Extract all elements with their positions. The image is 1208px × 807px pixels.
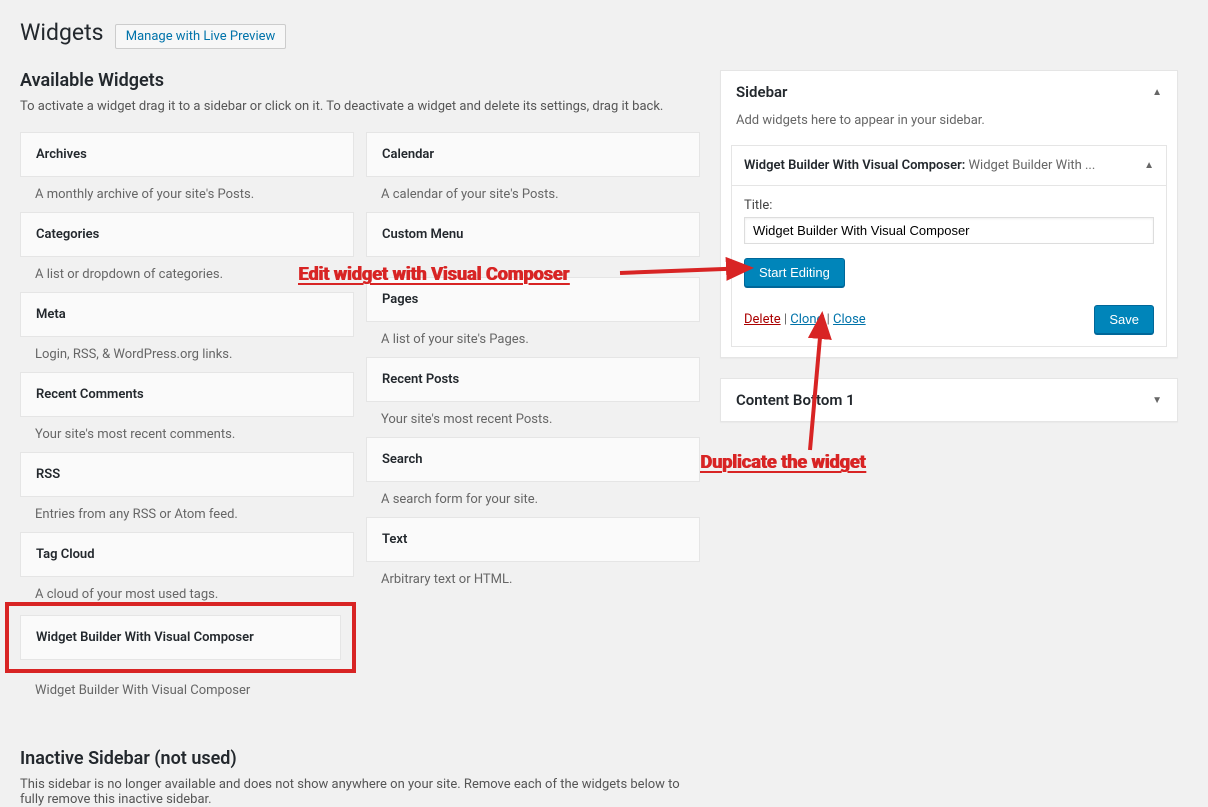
available-widgets-heading: Available Widgets <box>20 70 700 91</box>
available-widget-custom-menu[interactable]: Custom Menu <box>366 212 700 257</box>
clone-link[interactable]: Clone <box>790 312 823 327</box>
close-link[interactable]: Close <box>833 312 866 327</box>
available-widget-search[interactable]: Search <box>366 437 700 482</box>
widget-desc: Login, RSS, & WordPress.org links. <box>20 337 354 362</box>
save-button[interactable]: Save <box>1094 305 1154 334</box>
placed-widget: Widget Builder With Visual Composer: Wid… <box>731 145 1167 347</box>
chevron-up-icon[interactable]: ▲ <box>1152 87 1162 98</box>
inactive-sidebar-desc: This sidebar is no longer available and … <box>20 777 700 807</box>
available-widget-text[interactable]: Text <box>366 517 700 562</box>
available-widget-pages[interactable]: Pages <box>366 277 700 322</box>
sidebar-panel-title: Sidebar <box>736 83 787 101</box>
title-label: Title: <box>744 198 1154 213</box>
available-widgets-desc: To activate a widget drag it to a sideba… <box>20 99 700 114</box>
widget-desc: Widget Builder With Visual Composer <box>20 673 354 698</box>
sidebar-panel: Sidebar ▲ Add widgets here to appear in … <box>720 70 1178 358</box>
delete-link[interactable]: Delete <box>744 312 781 327</box>
chevron-up-icon[interactable]: ▲ <box>1144 160 1154 171</box>
widget-desc <box>366 257 700 267</box>
available-widget-rss[interactable]: RSS <box>20 452 354 497</box>
available-widget-recent-posts[interactable]: Recent Posts <box>366 357 700 402</box>
widget-title-input[interactable] <box>744 217 1154 244</box>
content-bottom-panel: Content Bottom 1 ▼ <box>720 378 1178 422</box>
widget-desc: Entries from any RSS or Atom feed. <box>20 497 354 522</box>
content-bottom-panel-header[interactable]: Content Bottom 1 ▼ <box>721 379 1177 421</box>
inactive-sidebar-heading: Inactive Sidebar (not used) <box>20 748 700 769</box>
chevron-down-icon[interactable]: ▼ <box>1152 395 1162 406</box>
widget-desc: A cloud of your most used tags. <box>20 577 354 602</box>
content-bottom-panel-title: Content Bottom 1 <box>736 391 855 409</box>
placed-widget-header[interactable]: Widget Builder With Visual Composer: Wid… <box>732 146 1166 185</box>
available-widget-calendar[interactable]: Calendar <box>366 132 700 177</box>
available-widget-visual-composer[interactable]: Widget Builder With Visual Composer <box>20 615 341 660</box>
widget-desc: Arbitrary text or HTML. <box>366 562 700 587</box>
widget-desc: Your site's most recent Posts. <box>366 402 700 427</box>
highlight-box: Widget Builder With Visual Composer <box>5 602 356 673</box>
widget-links: Delete | Clone | Close <box>744 312 866 327</box>
available-widget-recent-comments[interactable]: Recent Comments <box>20 372 354 417</box>
available-widget-categories[interactable]: Categories <box>20 212 354 257</box>
widget-desc: A monthly archive of your site's Posts. <box>20 177 354 202</box>
available-widget-archives[interactable]: Archives <box>20 132 354 177</box>
available-widget-tag-cloud[interactable]: Tag Cloud <box>20 532 354 577</box>
widget-desc: Your site's most recent comments. <box>20 417 354 442</box>
sidebar-panel-desc: Add widgets here to appear in your sideb… <box>721 113 1177 140</box>
widget-desc: A list or dropdown of categories. <box>20 257 354 282</box>
available-widget-meta[interactable]: Meta <box>20 292 354 337</box>
manage-live-preview-button[interactable]: Manage with Live Preview <box>115 24 287 49</box>
start-editing-button[interactable]: Start Editing <box>744 258 845 287</box>
sidebar-panel-header[interactable]: Sidebar ▲ <box>721 71 1177 113</box>
placed-widget-title: Widget Builder With Visual Composer: Wid… <box>744 158 1136 173</box>
page-title: Widgets <box>20 10 103 50</box>
widget-desc: A list of your site's Pages. <box>366 322 700 347</box>
widget-desc: A calendar of your site's Posts. <box>366 177 700 202</box>
widget-desc: A search form for your site. <box>366 482 700 507</box>
